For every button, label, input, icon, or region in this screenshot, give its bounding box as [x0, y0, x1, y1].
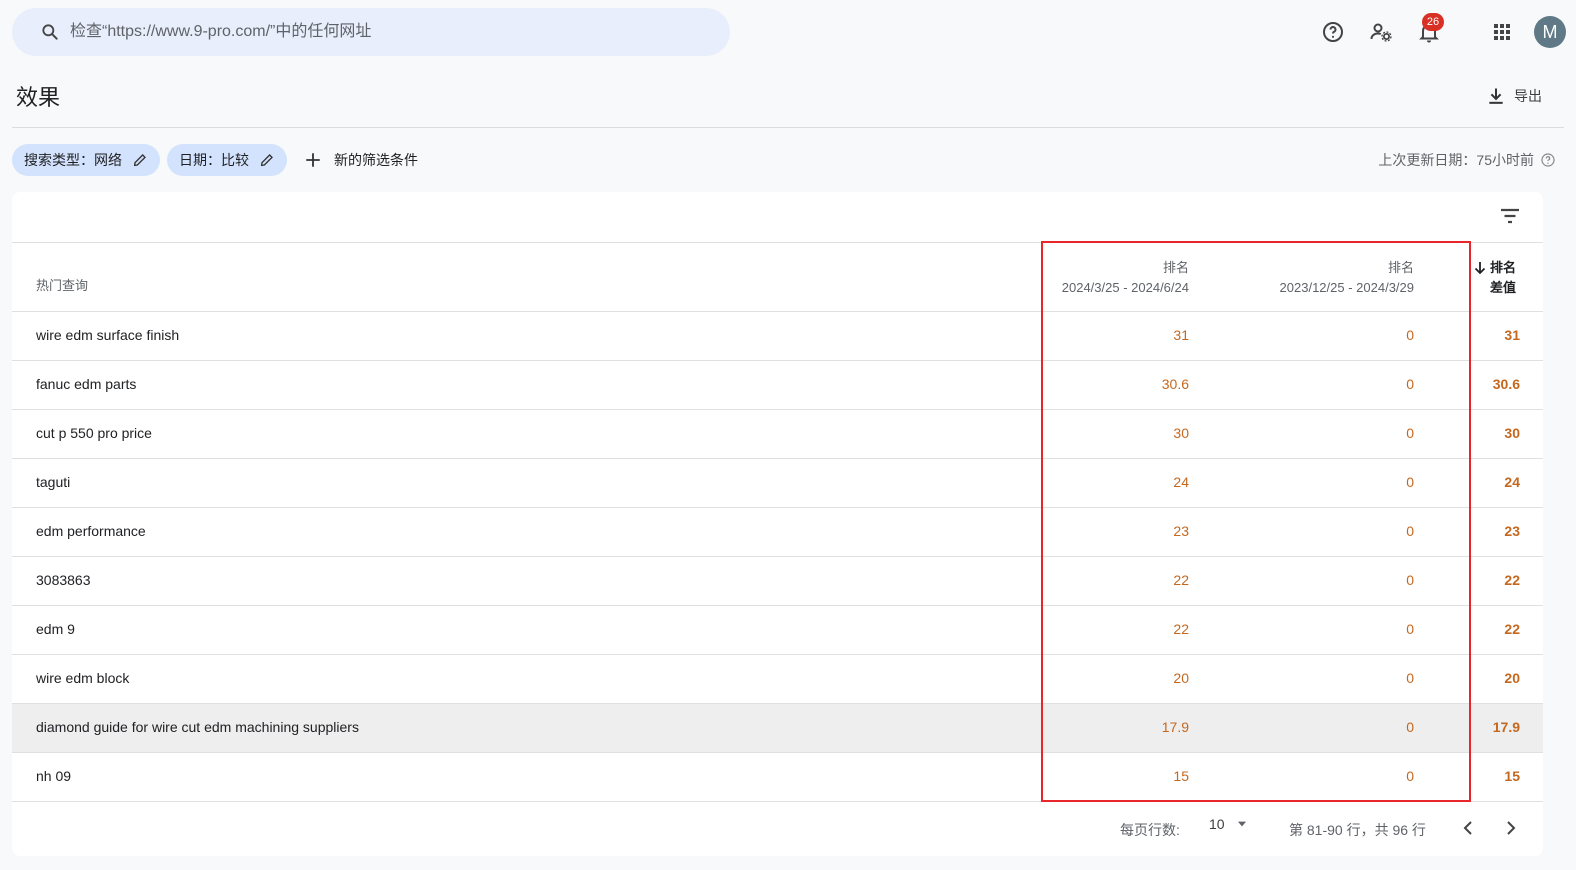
- rank-diff-cell: 22: [1504, 621, 1520, 637]
- table-row[interactable]: cut p 550 pro price 30 0 30: [12, 410, 1543, 459]
- rank-previous-cell: 0: [1406, 474, 1414, 490]
- filter-chip-date[interactable]: 日期：比较: [167, 144, 287, 176]
- rank-current-cell: 30: [1173, 425, 1189, 441]
- rows-per-page-label: 每页行数:: [1120, 822, 1180, 838]
- export-label: 导出: [1514, 88, 1542, 104]
- rank-previous-cell: 0: [1406, 376, 1414, 392]
- table-header: 热门查询 排名 2024/3/25 - 2024/6/24 排名 2023/12…: [12, 243, 1543, 312]
- rows-per-page-select[interactable]: 10: [1209, 816, 1249, 832]
- rank-current-cell: 24: [1173, 474, 1189, 490]
- column-header-rank-diff[interactable]: 排名 差值: [1474, 258, 1516, 298]
- table-filter-icon[interactable]: [1498, 204, 1522, 228]
- rank-previous-cell: 0: [1406, 327, 1414, 343]
- header-divider: [12, 127, 1564, 128]
- new-filter-label: 新的筛选条件: [334, 152, 418, 168]
- table-row[interactable]: wire edm block 20 0 20: [12, 655, 1543, 704]
- avatar[interactable]: M: [1534, 16, 1566, 48]
- column-header-rank-previous[interactable]: 排名 2023/12/25 - 2024/3/29: [1280, 258, 1414, 298]
- rank-current-cell: 30.6: [1161, 376, 1189, 392]
- rank-previous-cell: 0: [1406, 572, 1414, 588]
- rank-diff-cell: 17.9: [1492, 719, 1520, 735]
- table-row[interactable]: diamond guide for wire cut edm machining…: [12, 704, 1543, 753]
- query-cell: taguti: [36, 474, 71, 490]
- rank-current-cell: 23: [1173, 523, 1189, 539]
- table-row[interactable]: wire edm surface finish 31 0 31: [12, 312, 1543, 361]
- search-input[interactable]: [68, 8, 708, 56]
- top-bar: 26 M: [0, 0, 1576, 64]
- query-cell: diamond guide for wire cut edm machining…: [36, 719, 359, 735]
- query-cell: nh 09: [36, 768, 72, 784]
- export-button[interactable]: 导出: [1486, 84, 1542, 108]
- previous-page-button[interactable]: [1456, 816, 1480, 840]
- query-cell: edm performance: [36, 523, 146, 539]
- user-settings-icon[interactable]: [1369, 20, 1393, 44]
- table-row[interactable]: edm 9 22 0 22: [12, 606, 1543, 655]
- rank-previous-cell: 0: [1406, 425, 1414, 441]
- rank-diff-cell: 30: [1504, 425, 1520, 441]
- rank-diff-cell: 22: [1504, 572, 1520, 588]
- rank-previous-cell: 0: [1406, 670, 1414, 686]
- column-date-range: 2023/12/25 - 2024/3/29: [1279, 280, 1414, 295]
- query-cell: cut p 550 pro price: [36, 425, 152, 441]
- column-title: 排名: [1162, 260, 1189, 275]
- rank-diff-cell: 15: [1504, 768, 1520, 784]
- last-updated: 上次更新日期：75小时前: [1378, 150, 1556, 170]
- rank-current-cell: 31: [1173, 327, 1189, 343]
- rank-diff-cell: 31: [1504, 327, 1520, 343]
- notification-badge: 26: [1422, 13, 1444, 31]
- column-title: 排名: [1490, 260, 1517, 275]
- plus-icon: [306, 153, 320, 167]
- column-header-query[interactable]: 热门查询: [36, 275, 88, 294]
- rank-diff-cell: 23: [1504, 523, 1520, 539]
- rank-diff-cell: 24: [1504, 474, 1520, 490]
- help-icon[interactable]: [1540, 152, 1556, 168]
- rank-previous-cell: 0: [1406, 621, 1414, 637]
- query-cell: wire edm surface finish: [36, 327, 180, 343]
- sort-down-arrow-icon: [1474, 262, 1486, 275]
- table-row[interactable]: nh 09 15 0 15: [12, 753, 1543, 802]
- rank-previous-cell: 0: [1406, 523, 1414, 539]
- rank-diff-cell: 20: [1504, 670, 1520, 686]
- new-filter-button[interactable]: 新的筛选条件: [304, 144, 418, 176]
- column-title: 差值: [1490, 280, 1517, 295]
- search-icon: [42, 24, 58, 40]
- pagination-range: 第 81-90 行，共 96 行: [1289, 822, 1426, 838]
- query-cell: edm 9: [36, 621, 75, 637]
- filter-chip-search-type[interactable]: 搜索类型：网络: [12, 144, 160, 176]
- table-row[interactable]: edm performance 23 0 23: [12, 508, 1543, 557]
- last-updated-text: 上次更新日期：75小时前: [1378, 152, 1534, 168]
- edit-icon: [260, 154, 273, 167]
- column-date-range: 2024/3/25 - 2024/6/24: [1061, 280, 1189, 295]
- rank-current-cell: 15: [1173, 768, 1189, 784]
- rank-current-cell: 17.9: [1161, 719, 1189, 735]
- query-cell: fanuc edm parts: [36, 376, 137, 392]
- column-header-rank-current[interactable]: 排名 2024/3/25 - 2024/6/24: [1062, 258, 1189, 298]
- rank-previous-cell: 0: [1406, 768, 1414, 784]
- apps-grid-icon[interactable]: [1490, 20, 1514, 44]
- table-row[interactable]: fanuc edm parts 30.6 0 30.6: [12, 361, 1543, 410]
- rank-previous-cell: 0: [1406, 719, 1414, 735]
- table-row[interactable]: 3083863 22 0 22: [12, 557, 1543, 606]
- table-row[interactable]: taguti 24 0 24: [12, 459, 1543, 508]
- rank-current-cell: 22: [1173, 621, 1189, 637]
- rank-diff-cell: 30.6: [1492, 376, 1520, 392]
- page-title: 效果: [16, 85, 61, 110]
- rank-current-cell: 22: [1173, 572, 1189, 588]
- next-page-button[interactable]: [1499, 816, 1523, 840]
- dropdown-arrow-icon: [1237, 821, 1246, 827]
- search-bar[interactable]: [12, 8, 730, 56]
- column-title: 排名: [1387, 260, 1414, 275]
- chip-label: 日期：比较: [179, 152, 249, 168]
- rows-per-page-value: 10: [1209, 816, 1225, 832]
- queries-table-card: 热门查询 排名 2024/3/25 - 2024/6/24 排名 2023/12…: [12, 192, 1543, 856]
- query-cell: wire edm block: [36, 670, 130, 686]
- download-icon: [1489, 88, 1503, 104]
- chip-label: 搜索类型：网络: [24, 152, 122, 168]
- edit-icon: [133, 154, 146, 167]
- query-cell: 3083863: [36, 572, 91, 588]
- help-icon[interactable]: [1321, 20, 1345, 44]
- rank-current-cell: 20: [1173, 670, 1189, 686]
